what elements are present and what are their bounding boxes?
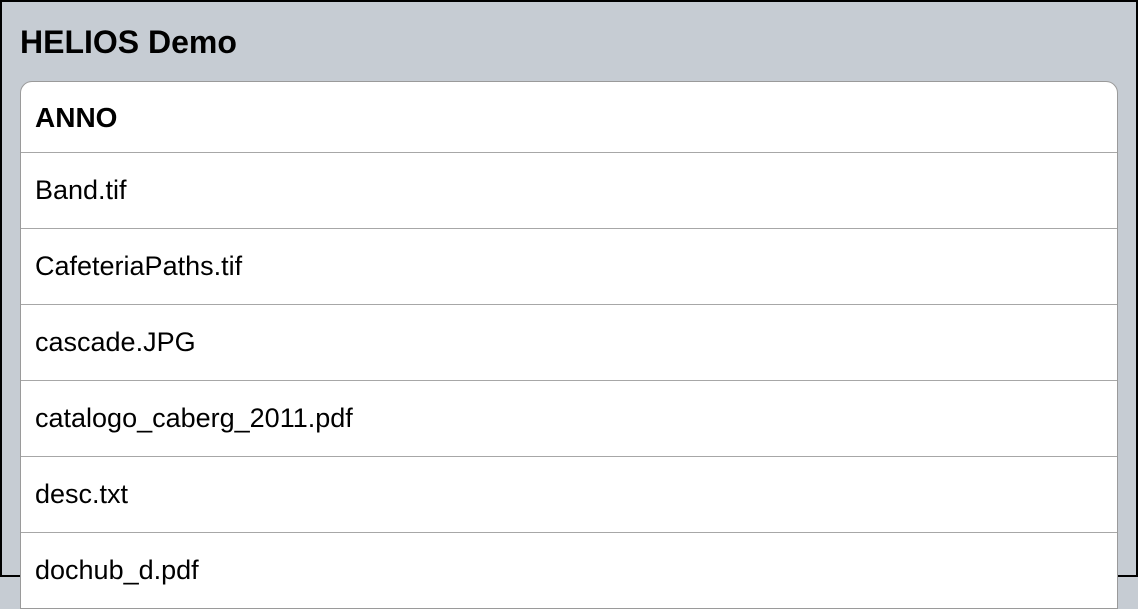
- list-item[interactable]: desc.txt: [21, 457, 1117, 533]
- list-item[interactable]: catalogo_caberg_2011.pdf: [21, 381, 1117, 457]
- section-header: ANNO: [21, 82, 1117, 153]
- list-item[interactable]: cascade.JPG: [21, 305, 1117, 381]
- file-list: ANNO Band.tif CafeteriaPaths.tif cascade…: [20, 81, 1118, 609]
- list-item[interactable]: CafeteriaPaths.tif: [21, 229, 1117, 305]
- app-header: HELIOS Demo: [2, 2, 1136, 81]
- list-item[interactable]: dochub_d.pdf: [21, 533, 1117, 608]
- page-title: HELIOS Demo: [20, 24, 1118, 61]
- list-item[interactable]: Band.tif: [21, 153, 1117, 229]
